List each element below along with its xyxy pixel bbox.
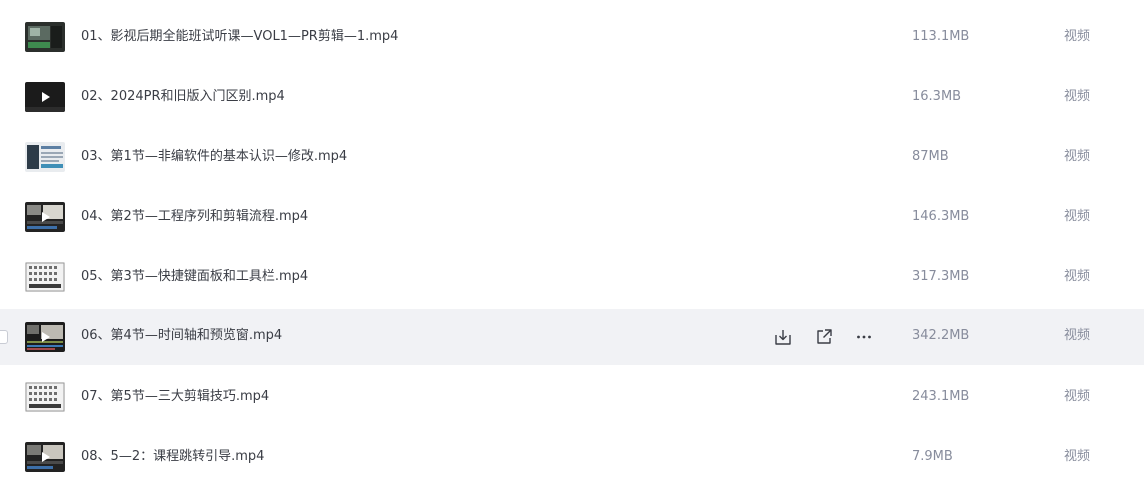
play-icon (42, 212, 50, 222)
file-size: 16.3MB (912, 89, 962, 104)
download-icon[interactable] (773, 327, 793, 347)
file-name[interactable]: 05、第3节—快捷键面板和工具栏.mp4 (81, 268, 308, 286)
more-icon[interactable] (854, 327, 874, 347)
play-icon (42, 92, 50, 102)
file-list: 01、影视后期全能班试听课—VOL1—PR剪辑—1.mp4 113.1MB 视频… (0, 0, 1144, 489)
file-type: 视频 (1064, 389, 1091, 404)
play-icon (42, 452, 50, 462)
file-type: 视频 (1064, 449, 1091, 464)
video-thumbnail (25, 382, 65, 412)
file-size: 87MB (912, 149, 949, 164)
file-size: 317.3MB (912, 269, 970, 284)
video-thumbnail (25, 82, 65, 112)
file-row[interactable]: 01、影视后期全能班试听课—VOL1—PR剪辑—1.mp4 113.1MB 视频 (0, 10, 1144, 66)
file-name[interactable]: 02、2024PR和旧版入门区别.mp4 (81, 88, 285, 106)
file-type: 视频 (1064, 149, 1091, 164)
video-thumbnail (25, 262, 65, 292)
video-thumbnail (25, 442, 65, 472)
file-row[interactable]: 05、第3节—快捷键面板和工具栏.mp4 317.3MB 视频 (0, 250, 1144, 306)
file-name[interactable]: 04、第2节—工程序列和剪辑流程.mp4 (81, 208, 308, 226)
video-thumbnail (25, 322, 65, 352)
play-icon (42, 332, 50, 342)
file-type: 视频 (1064, 269, 1091, 284)
file-name[interactable]: 07、第5节—三大剪辑技巧.mp4 (81, 388, 269, 406)
file-row[interactable]: 08、5—2：课程跳转引导.mp4 7.9MB 视频 (0, 430, 1144, 486)
video-thumbnail (25, 22, 65, 52)
file-type: 视频 (1064, 209, 1091, 224)
row-checkbox[interactable] (0, 330, 8, 344)
file-size: 243.1MB (912, 389, 970, 404)
file-type: 视频 (1064, 328, 1091, 343)
file-name[interactable]: 03、第1节—非编软件的基本认识—修改.mp4 (81, 148, 347, 166)
file-row[interactable]: 03、第1节—非编软件的基本认识—修改.mp4 87MB 视频 (0, 130, 1144, 186)
share-icon[interactable] (814, 327, 834, 347)
file-type: 视频 (1064, 89, 1091, 104)
file-size: 146.3MB (912, 209, 970, 224)
video-thumbnail (25, 142, 65, 172)
file-size: 7.9MB (912, 449, 953, 464)
video-thumbnail (25, 202, 65, 232)
file-row[interactable]: 07、第5节—三大剪辑技巧.mp4 243.1MB 视频 (0, 370, 1144, 426)
file-name[interactable]: 06、第4节—时间轴和预览窗.mp4 (81, 327, 282, 345)
file-type: 视频 (1064, 29, 1091, 44)
file-size: 342.2MB (912, 328, 970, 343)
file-row[interactable]: 02、2024PR和旧版入门区别.mp4 16.3MB 视频 (0, 70, 1144, 126)
file-name[interactable]: 08、5—2：课程跳转引导.mp4 (81, 448, 264, 466)
file-row[interactable]: 06、第4节—时间轴和预览窗.mp4 342.2MB 视频 (0, 309, 1144, 365)
file-size: 113.1MB (912, 29, 970, 44)
file-name[interactable]: 01、影视后期全能班试听课—VOL1—PR剪辑—1.mp4 (81, 28, 398, 46)
file-row[interactable]: 04、第2节—工程序列和剪辑流程.mp4 146.3MB 视频 (0, 190, 1144, 246)
